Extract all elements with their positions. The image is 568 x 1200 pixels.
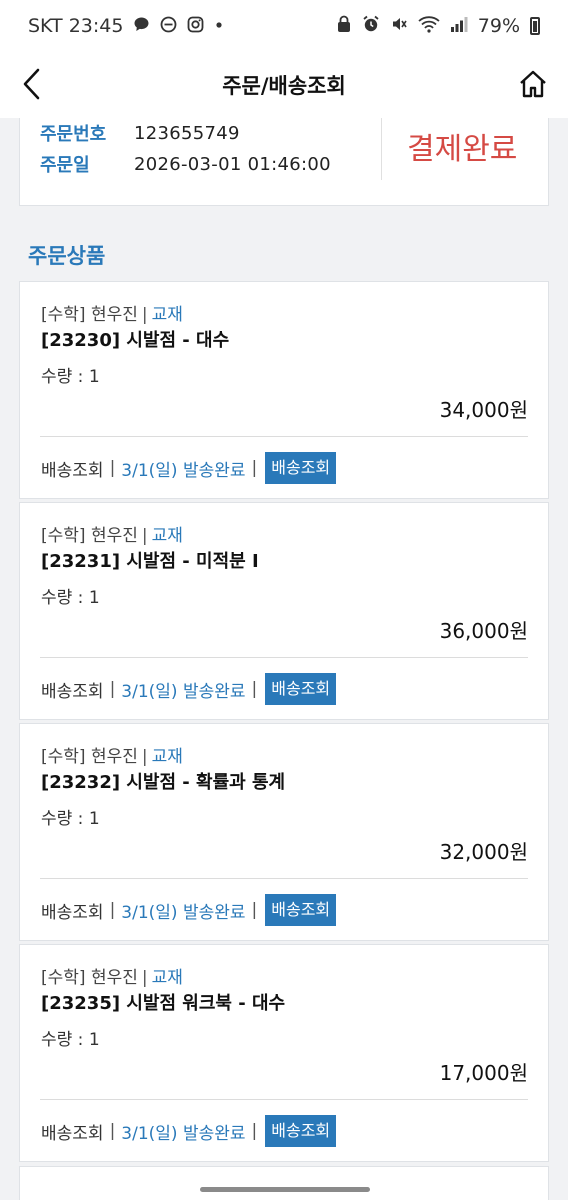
chevron-left-icon [23,68,40,100]
order-summary-card: 주문번호 123655749 주문일 2026-03-01 01:46:00 결… [19,118,549,206]
battery-percent: 79% [477,15,520,37]
product-name: [23231] 시발점 - 미적분 I [41,551,259,572]
products-section-title: 주문상품 [28,244,106,268]
home-button[interactable] [518,68,548,100]
shipping-status: 3/1(일) 발송완료 [121,902,246,923]
product-subject: [수학] [41,747,86,767]
shipping-row: 배송조회 | 3/1(일) 발송완료 | 배송조회 [41,1115,337,1147]
shipping-status: 3/1(일) 발송완료 [121,1123,246,1144]
product-price: 17,000원 [439,1061,528,1085]
product-name: [23230] 시발점 - 대수 [41,330,230,351]
order-date-row: 주문일 2026-03-01 01:46:00 [40,151,331,177]
product-teacher: 현우진 [90,968,138,988]
track-shipment-button[interactable]: 배송조회 [265,894,337,926]
status-bar: SKT 23:45 79% [0,0,568,52]
product-divider [40,878,528,879]
summary-divider [381,118,382,180]
product-type: 교재 [151,747,183,767]
payment-status: 결제완료 [407,132,518,167]
product-card: [수학] 현우진 | 교재 [23235] 시발점 워크북 - 대수 수량 : 1 … [19,944,549,1162]
product-type: 교재 [151,526,183,546]
shipping-row: 배송조회 | 3/1(일) 발송완료 | 배송조회 [41,452,337,484]
product-subject: [수학] [41,305,86,325]
order-date: 2026-03-01 01:46:00 [134,153,331,175]
product-divider [40,436,528,437]
product-subject: [수학] [41,968,86,988]
alarm-icon [362,15,380,37]
track-shipment-button[interactable]: 배송조회 [265,1115,337,1147]
order-number-label: 주문번호 [40,124,107,145]
status-left: SKT 23:45 [28,15,224,37]
product-divider [40,657,528,658]
product-price: 34,000원 [439,398,528,422]
product-quantity: 수량 : 1 [41,588,100,608]
order-number: 123655749 [134,122,240,144]
product-name: [23235] 시발점 워크북 - 대수 [41,993,286,1014]
status-right: 79% [336,15,540,37]
product-price: 36,000원 [439,619,528,643]
shipping-row: 배송조회 | 3/1(일) 발송완료 | 배송조회 [41,673,337,705]
product-meta: [수학] 현우진 | 교재 [41,526,183,546]
product-meta: [수학] 현우진 | 교재 [41,305,183,325]
chat-bubble-icon [133,16,150,37]
shipping-status: 3/1(일) 발송완료 [121,681,246,702]
product-meta: [수학] 현우진 | 교재 [41,968,183,988]
product-meta: [수학] 현우진 | 교재 [41,747,183,767]
product-price: 32,000원 [439,840,528,864]
home-indicator[interactable] [200,1187,370,1192]
shipping-label: 배송조회 [41,460,104,481]
shipping-row: 배송조회 | 3/1(일) 발송완료 | 배송조회 [41,894,337,926]
wifi-icon [418,15,440,37]
product-name: [23232] 시발점 - 확률과 통계 [41,772,286,793]
mute-icon [390,15,408,37]
product-type: 교재 [151,968,183,988]
order-date-label: 주문일 [40,155,90,176]
app-header: 주문/배송조회 [0,52,568,118]
battery-icon [530,17,540,35]
product-card: [수학] 현우진 | 교재 [23230] 시발점 - 대수 수량 : 1 34,0… [19,281,549,499]
home-icon [520,70,546,98]
do-not-disturb-icon [160,16,177,37]
shipping-label: 배송조회 [41,902,104,923]
product-card: [수학] 현우진 | 교재 [23231] 시발점 - 미적분 I 수량 : 1 3… [19,502,549,720]
product-quantity: 수량 : 1 [41,367,100,387]
product-subject: [수학] [41,526,86,546]
instagram-icon [187,16,204,37]
product-card-partial [19,1166,549,1200]
product-quantity: 수량 : 1 [41,809,100,829]
product-quantity: 수량 : 1 [41,1030,100,1050]
product-divider [40,1099,528,1100]
page-title: 주문/배송조회 [222,74,346,98]
lock-icon [336,15,352,37]
back-button[interactable] [18,66,48,102]
dot-icon [214,16,224,37]
product-card: [수학] 현우진 | 교재 [23232] 시발점 - 확률과 통계 수량 : 1 … [19,723,549,941]
product-type: 교재 [151,305,183,325]
track-shipment-button[interactable]: 배송조회 [265,452,337,484]
track-shipment-button[interactable]: 배송조회 [265,673,337,705]
shipping-label: 배송조회 [41,681,104,702]
product-teacher: 현우진 [90,747,138,767]
shipping-status: 3/1(일) 발송완료 [121,460,246,481]
product-teacher: 현우진 [90,305,138,325]
product-teacher: 현우진 [90,526,138,546]
order-number-row: 주문번호 123655749 [40,120,240,146]
carrier-time: SKT 23:45 [28,15,124,37]
shipping-label: 배송조회 [41,1123,104,1144]
signal-icon [450,15,468,37]
